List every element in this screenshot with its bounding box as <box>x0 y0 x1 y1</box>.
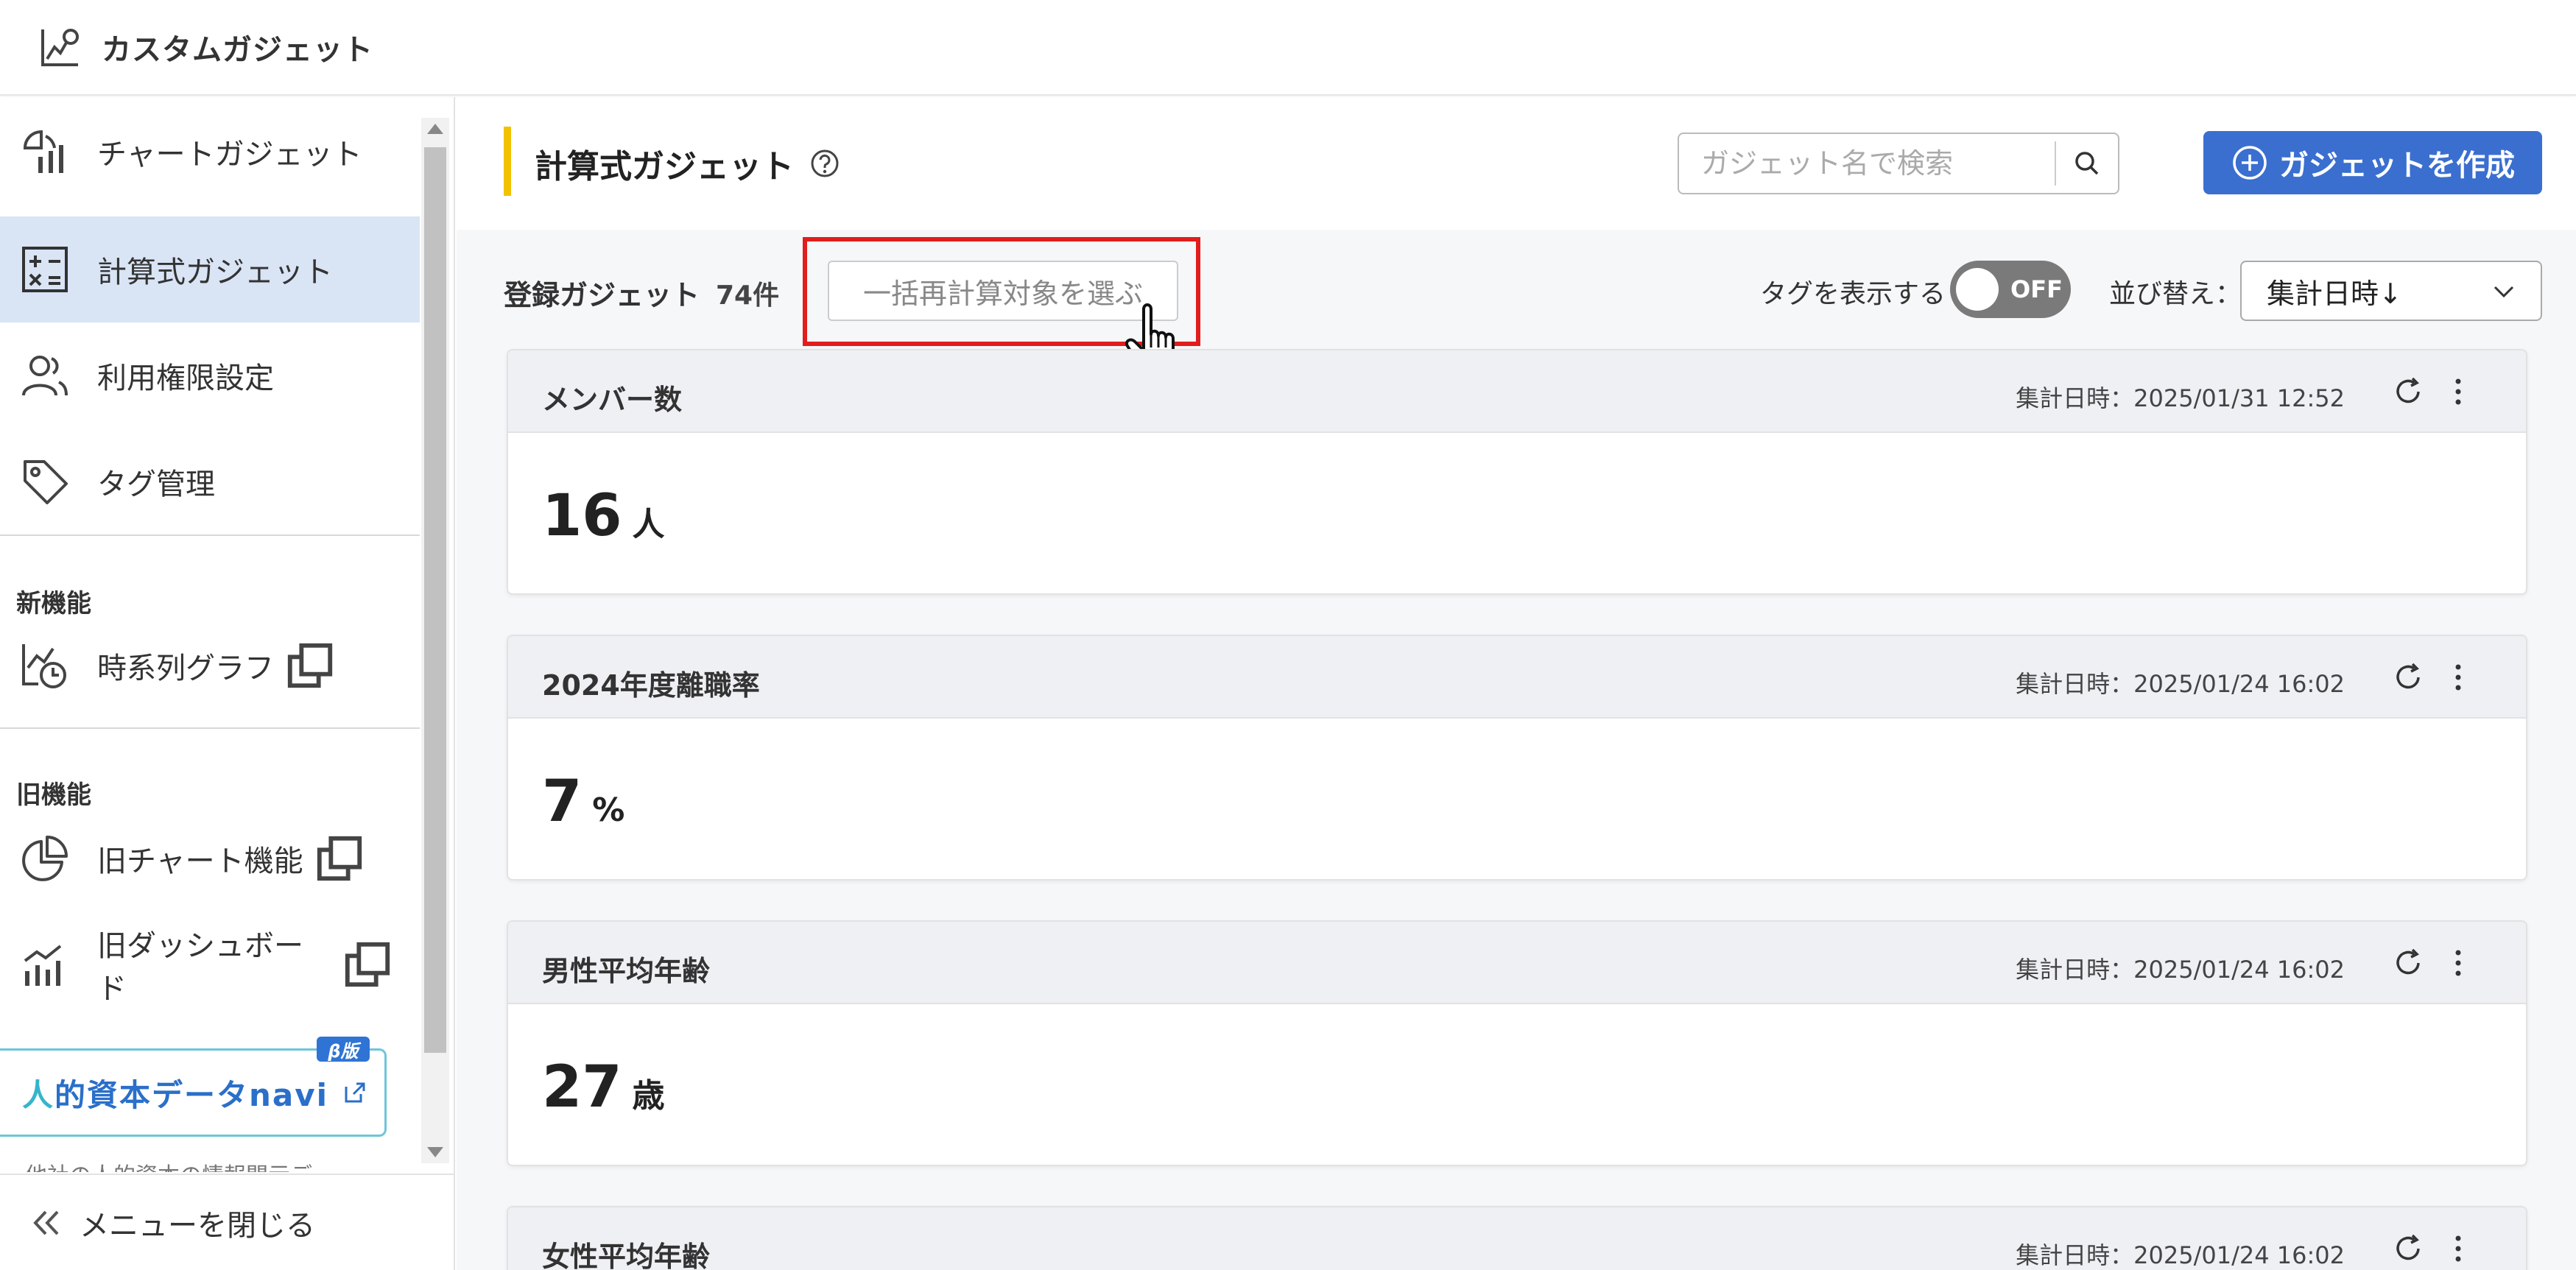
card-date: 集計日時：2025/01/24 16:02 <box>2016 1241 2345 1269</box>
card-title: 女性平均年齢 <box>542 1241 711 1270</box>
search-button[interactable] <box>2056 134 2118 193</box>
calculator-icon <box>22 247 68 292</box>
sort-value: 集計日時↓ <box>2267 277 2402 310</box>
search-box <box>1678 133 2119 194</box>
card-value: 7 <box>542 769 583 835</box>
double-chevron-left-icon <box>33 1210 59 1235</box>
card-header: 2024年度離職率 集計日時：2025/01/24 16:02 <box>508 636 2526 719</box>
refresh-icon[interactable] <box>2390 660 2426 695</box>
card-value: 27 <box>542 1054 622 1121</box>
scroll-down-arrow-icon[interactable] <box>427 1147 443 1157</box>
gadget-card: メンバー数 集計日時：2025/01/31 12:52 16 人 <box>507 349 2527 595</box>
registered-gadgets-label: 登録ガジェット <box>504 279 700 311</box>
sidebar-item-formula-gadget[interactable]: 計算式ガジェット <box>0 216 420 322</box>
page-header: 計算式ガジェット ガジェットを作成 <box>457 97 2576 230</box>
plus-circle-icon <box>2233 146 2267 180</box>
card-header: 女性平均年齢 集計日時：2025/01/24 16:02 <box>508 1207 2526 1270</box>
gadget-card: 女性平均年齢 集計日時：2025/01/24 16:02 <box>507 1206 2527 1270</box>
card-date: 集計日時：2025/01/24 16:02 <box>2016 670 2345 698</box>
show-tags-toggle[interactable]: OFF <box>1950 261 2071 318</box>
search-input[interactable] <box>1679 135 2055 191</box>
card-unit: 歳 <box>632 1077 665 1115</box>
card-unit: 人 <box>632 506 665 543</box>
sidebar-item-timeseries[interactable]: 時系列グラフ <box>0 613 420 719</box>
tag-icon <box>24 460 68 504</box>
search-icon <box>2075 152 2099 175</box>
navi-banner-subtext: 他社の人的資本の情報開示デ <box>25 1157 408 1172</box>
create-gadget-button[interactable]: ガジェットを作成 <box>2203 131 2542 194</box>
app-header: カスタムガジェット <box>0 0 2576 96</box>
registered-gadgets-count: 74件 <box>716 281 780 311</box>
sidebar-divider <box>0 535 420 536</box>
navi-banner-accent: 人 <box>22 1076 55 1113</box>
external-link-icon <box>287 643 333 688</box>
sidebar-scroll-area: チャートガジェット 計算式ガジェット 利用権限設定 タグ管理 新機能 時系列グラ… <box>0 97 420 1172</box>
navi-banner-text: 的資本データnavi <box>54 1076 329 1113</box>
close-menu-button[interactable]: メニューを閉じる <box>0 1174 455 1270</box>
card-title: 2024年度離職率 <box>542 669 760 702</box>
sidebar-item-label: 計算式ガジェット <box>97 255 333 289</box>
custom-gadget-logo-icon <box>41 29 79 66</box>
pie-chart-icon <box>22 836 68 881</box>
refresh-icon[interactable] <box>2390 374 2426 409</box>
card-title: メンバー数 <box>542 384 683 416</box>
card-value: 16 <box>542 483 622 549</box>
scroll-up-arrow-icon[interactable] <box>427 124 443 134</box>
toggle-knob <box>1956 268 1999 311</box>
card-header: メンバー数 集計日時：2025/01/31 12:52 <box>508 350 2526 433</box>
sort-select[interactable]: 集計日時↓ <box>2240 261 2542 321</box>
sidebar-item-permissions[interactable]: 利用権限設定 <box>0 322 420 428</box>
gadget-card: 男性平均年齢 集計日時：2025/01/24 16:02 27 歳 <box>507 920 2527 1166</box>
more-vertical-icon[interactable] <box>2440 373 2476 411</box>
title-accent-bar <box>504 127 511 196</box>
card-date: 集計日時：2025/01/24 16:02 <box>2016 956 2345 984</box>
users-icon <box>22 356 68 396</box>
toggle-state-text: OFF <box>2010 275 2063 303</box>
sidebar-item-label: 旧ダッシュボード <box>97 929 303 1006</box>
beta-badge: β版 <box>317 1037 370 1062</box>
help-icon[interactable] <box>809 147 841 180</box>
sidebar-item-old-chart[interactable]: 旧チャート機能 <box>0 805 420 911</box>
sidebar-divider <box>0 727 420 729</box>
card-header: 男性平均年齢 集計日時：2025/01/24 16:02 <box>508 922 2526 1004</box>
card-date: 集計日時：2025/01/31 12:52 <box>2016 384 2345 412</box>
card-unit: % <box>592 791 625 829</box>
more-vertical-icon[interactable] <box>2440 944 2476 982</box>
scrollbar-thumb[interactable] <box>424 147 446 1053</box>
sidebar-item-label: 時系列グラフ <box>97 652 274 685</box>
sidebar-scrollbar[interactable] <box>421 118 449 1163</box>
sidebar-item-label: 利用権限設定 <box>97 361 274 395</box>
sidebar-item-old-dashboard[interactable]: 旧ダッシュボード <box>0 911 420 1017</box>
more-vertical-icon[interactable] <box>2440 658 2476 696</box>
sidebar: チャートガジェット 計算式ガジェット 利用権限設定 タグ管理 新機能 時系列グラ… <box>0 97 455 1270</box>
gadget-card: 2024年度離職率 集計日時：2025/01/24 16:02 7 % <box>507 635 2527 881</box>
create-gadget-label: ガジェットを作成 <box>2279 149 2515 183</box>
show-tags-label: タグを表示する <box>1760 279 1946 309</box>
sidebar-item-label: タグ管理 <box>97 468 215 501</box>
close-menu-label: メニューを閉じる <box>80 1208 315 1243</box>
dashboard-icon <box>24 945 62 986</box>
external-link-icon <box>345 1082 365 1103</box>
page-title: 計算式ガジェット <box>535 148 794 186</box>
refresh-icon[interactable] <box>2390 1231 2426 1266</box>
chevron-down-icon <box>2494 286 2514 298</box>
sidebar-item-label: チャートガジェット <box>97 138 362 172</box>
more-vertical-icon[interactable] <box>2440 1230 2476 1268</box>
refresh-icon[interactable] <box>2390 945 2426 981</box>
app-title: カスタムガジェット <box>102 33 373 67</box>
sidebar-item-tags[interactable]: タグ管理 <box>0 428 420 535</box>
external-link-icon <box>317 836 362 881</box>
timeseries-icon <box>22 644 66 688</box>
sort-label: 並び替え： <box>2109 279 2242 309</box>
external-link-icon <box>345 942 390 987</box>
chart-gadget-icon <box>23 130 63 173</box>
card-title: 男性平均年齢 <box>542 955 711 987</box>
sidebar-item-chart-gadget[interactable]: チャートガジェット <box>0 99 420 205</box>
main-content: 計算式ガジェット ガジェットを作成 登録ガジ <box>457 97 2576 1270</box>
sidebar-item-label: 旧チャート機能 <box>97 844 303 878</box>
